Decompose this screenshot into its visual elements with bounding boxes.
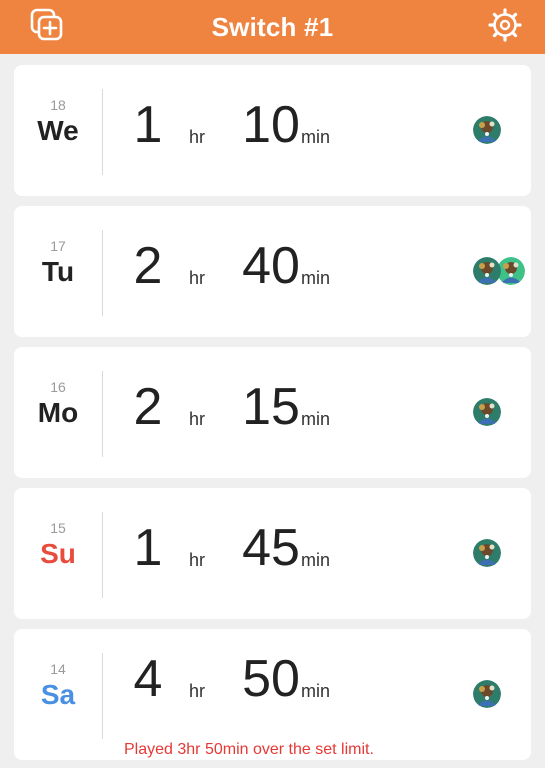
day-card[interactable]: 17 Tu 2 hr 40 min xyxy=(14,206,531,337)
hours-unit: hr xyxy=(189,409,206,429)
weekday-label: Sa xyxy=(40,679,76,710)
divider xyxy=(102,371,103,457)
date-block: 16 Mo xyxy=(14,347,102,478)
user-avatar xyxy=(473,680,501,708)
over-limit-warning: Played 3hr 50min over the set limit. xyxy=(124,741,374,758)
day-card[interactable]: 18 We 1 hr 10 min xyxy=(14,65,531,196)
minutes-unit: min xyxy=(301,268,331,288)
day-card[interactable]: 16 Mo 2 hr 15 min xyxy=(14,347,531,478)
user-avatar xyxy=(473,116,501,144)
date-number: 18 xyxy=(50,97,66,113)
hours-value: 1 xyxy=(133,519,163,577)
divider xyxy=(102,89,103,175)
hours-unit: hr xyxy=(189,550,206,570)
date-block: 18 We xyxy=(14,65,102,196)
gear-icon xyxy=(488,8,522,42)
app-header: Switch #1 xyxy=(0,0,545,54)
minutes-unit: min xyxy=(301,681,331,701)
user-avatar xyxy=(473,539,501,567)
weekday-label: We xyxy=(37,115,79,146)
date-number: 15 xyxy=(50,520,66,536)
add-console-icon xyxy=(30,8,63,41)
date-block: 14 Sa xyxy=(14,629,102,760)
minutes-unit: min xyxy=(301,127,331,147)
user-avatar xyxy=(473,257,501,285)
minutes-unit: min xyxy=(301,550,331,570)
page-title: Switch #1 xyxy=(211,11,334,42)
user-avatar xyxy=(473,398,501,426)
day-card[interactable]: 14 Sa 4 hr 50 min Played 3hr 50min over the se… xyxy=(14,629,531,760)
date-block: 15 Su xyxy=(14,488,102,619)
hours-unit: hr xyxy=(189,127,206,147)
add-console-button[interactable] xyxy=(27,5,67,45)
date-number: 17 xyxy=(50,238,66,254)
user-avatar xyxy=(497,257,525,285)
weekday-label: Su xyxy=(40,538,76,569)
date-number: 14 xyxy=(50,661,66,677)
day-card[interactable]: 15 Su 1 hr 45 min xyxy=(14,488,531,619)
settings-button[interactable] xyxy=(485,5,525,45)
hours-value: 4 xyxy=(133,650,163,708)
hours-value: 2 xyxy=(133,237,163,295)
hours-value: 2 xyxy=(133,378,163,436)
date-block: 17 Tu xyxy=(14,206,102,337)
divider xyxy=(102,653,103,739)
weekday-label: Mo xyxy=(37,397,79,428)
divider xyxy=(102,230,103,316)
weekday-label: Tu xyxy=(41,256,75,287)
date-number: 16 xyxy=(50,379,66,395)
divider xyxy=(102,512,103,598)
hours-value: 1 xyxy=(133,96,163,154)
hours-unit: hr xyxy=(189,681,206,701)
minutes-unit: min xyxy=(301,409,331,429)
hours-unit: hr xyxy=(189,268,206,288)
